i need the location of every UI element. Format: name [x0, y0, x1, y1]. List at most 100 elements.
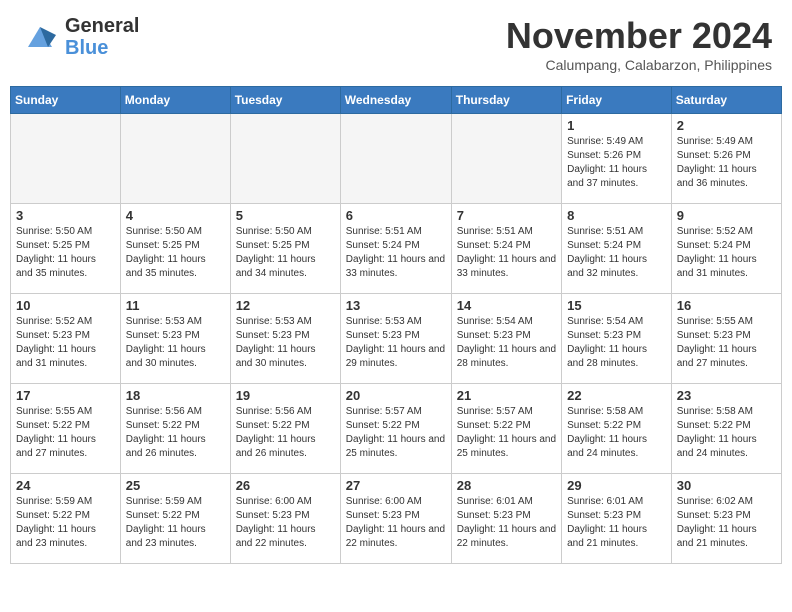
day-number: 4	[126, 208, 225, 223]
weekday-header-row: Sunday Monday Tuesday Wednesday Thursday…	[11, 87, 782, 114]
day-cell-27: 27 Sunrise: 6:00 AMSunset: 5:23 PMDayligh…	[340, 474, 451, 564]
day-cell-9: 9 Sunrise: 5:52 AMSunset: 5:24 PMDaylight…	[671, 204, 781, 294]
day-number: 11	[126, 298, 225, 313]
page-header: General Blue November 2024 Calumpang, Ca…	[10, 10, 782, 78]
day-info: Sunrise: 5:56 AMSunset: 5:22 PMDaylight:…	[126, 405, 225, 461]
week-row-4: 17 Sunrise: 5:55 AMSunset: 5:22 PMDayligh…	[11, 384, 782, 474]
day-info: Sunrise: 5:56 AMSunset: 5:22 PMDaylight:…	[236, 405, 335, 461]
day-number: 26	[236, 478, 335, 493]
day-number: 3	[16, 208, 115, 223]
header-friday: Friday	[562, 87, 672, 114]
day-info: Sunrise: 5:52 AMSunset: 5:24 PMDaylight:…	[677, 225, 776, 281]
header-sunday: Sunday	[11, 87, 121, 114]
day-number: 14	[457, 298, 556, 313]
day-cell-1: 1 Sunrise: 5:49 AMSunset: 5:26 PMDaylight…	[562, 114, 672, 204]
day-info: Sunrise: 5:49 AMSunset: 5:26 PMDaylight:…	[677, 135, 776, 191]
day-number: 12	[236, 298, 335, 313]
logo: General Blue	[20, 15, 139, 59]
day-info: Sunrise: 5:53 AMSunset: 5:23 PMDaylight:…	[346, 315, 446, 371]
day-cell-2: 2Sunrise: 5:49 AMSunset: 5:26 PMDaylight…	[671, 114, 781, 204]
day-cell-empty	[11, 114, 121, 204]
header-saturday: Saturday	[671, 87, 781, 114]
day-cell-18: 18 Sunrise: 5:56 AMSunset: 5:22 PMDayligh…	[120, 384, 230, 474]
day-info: Sunrise: 5:57 AMSunset: 5:22 PMDaylight:…	[346, 405, 446, 461]
day-cell-15: 15 Sunrise: 5:54 AMSunset: 5:23 PMDayligh…	[562, 294, 672, 384]
day-info: Sunrise: 5:53 AMSunset: 5:23 PMDaylight:…	[236, 315, 335, 371]
day-info: Sunrise: 6:02 AMSunset: 5:23 PMDaylight:…	[677, 495, 776, 551]
week-row-1: 1 Sunrise: 5:49 AMSunset: 5:26 PMDaylight…	[11, 114, 782, 204]
day-cell-14: 14 Sunrise: 5:54 AMSunset: 5:23 PMDayligh…	[451, 294, 561, 384]
day-cell-11: 11Sunrise: 5:53 AMSunset: 5:23 PMDayligh…	[120, 294, 230, 384]
day-number: 20	[346, 388, 446, 403]
day-cell-17: 17 Sunrise: 5:55 AMSunset: 5:22 PMDayligh…	[11, 384, 121, 474]
day-cell-20: 20 Sunrise: 5:57 AMSunset: 5:22 PMDayligh…	[340, 384, 451, 474]
day-info: Sunrise: 5:59 AMSunset: 5:22 PMDaylight:…	[16, 495, 115, 551]
day-info: Sunrise: 5:57 AMSunset: 5:22 PMDaylight:…	[457, 405, 556, 461]
day-cell-30: 30 Sunrise: 6:02 AMSunset: 5:23 PMDayligh…	[671, 474, 781, 564]
day-info: Sunrise: 5:54 AMSunset: 5:23 PMDaylight:…	[567, 315, 666, 371]
day-info: Sunrise: 5:50 AMSunset: 5:25 PMDaylight:…	[16, 225, 115, 281]
calendar-table: Sunday Monday Tuesday Wednesday Thursday…	[10, 86, 782, 564]
header-tuesday: Tuesday	[230, 87, 340, 114]
day-number: 28	[457, 478, 556, 493]
day-cell-empty	[120, 114, 230, 204]
day-info: Sunrise: 5:50 AMSunset: 5:25 PMDaylight:…	[236, 225, 335, 281]
day-info: Sunrise: 5:51 AMSunset: 5:24 PMDaylight:…	[457, 225, 556, 281]
day-cell-empty	[451, 114, 561, 204]
day-cell-empty	[230, 114, 340, 204]
logo-text-blue: Blue	[65, 37, 139, 59]
month-title: November 2024	[506, 15, 772, 57]
day-cell-24: 24 Sunrise: 5:59 AMSunset: 5:22 PMDayligh…	[11, 474, 121, 564]
day-number: 8	[567, 208, 666, 223]
logo-text-general: General	[65, 15, 139, 37]
day-info: Sunrise: 6:01 AMSunset: 5:23 PMDaylight:…	[567, 495, 666, 551]
day-number: 10	[16, 298, 115, 313]
day-info: Sunrise: 5:50 AMSunset: 5:25 PMDaylight:…	[126, 225, 225, 281]
header-wednesday: Wednesday	[340, 87, 451, 114]
day-cell-8: 8Sunrise: 5:51 AMSunset: 5:24 PMDaylight…	[562, 204, 672, 294]
day-cell-28: 28 Sunrise: 6:01 AMSunset: 5:23 PMDayligh…	[451, 474, 561, 564]
day-number: 19	[236, 388, 335, 403]
day-info: Sunrise: 6:00 AMSunset: 5:23 PMDaylight:…	[346, 495, 446, 551]
day-number: 17	[16, 388, 115, 403]
week-row-2: 3 Sunrise: 5:50 AMSunset: 5:25 PMDaylight…	[11, 204, 782, 294]
day-cell-21: 21 Sunrise: 5:57 AMSunset: 5:22 PMDayligh…	[451, 384, 561, 474]
day-cell-6: 6Sunrise: 5:51 AMSunset: 5:24 PMDaylight…	[340, 204, 451, 294]
day-cell-empty	[340, 114, 451, 204]
day-number: 24	[16, 478, 115, 493]
week-row-3: 10 Sunrise: 5:52 AMSunset: 5:23 PMDayligh…	[11, 294, 782, 384]
title-section: November 2024 Calumpang, Calabarzon, Phi…	[506, 15, 772, 73]
location: Calumpang, Calabarzon, Philippines	[506, 57, 772, 73]
header-monday: Monday	[120, 87, 230, 114]
logo-icon	[20, 17, 60, 57]
day-cell-7: 7 Sunrise: 5:51 AMSunset: 5:24 PMDaylight…	[451, 204, 561, 294]
day-info: Sunrise: 5:55 AMSunset: 5:22 PMDaylight:…	[16, 405, 115, 461]
day-number: 30	[677, 478, 776, 493]
day-number: 15	[567, 298, 666, 313]
day-cell-26: 26Sunrise: 6:00 AMSunset: 5:23 PMDayligh…	[230, 474, 340, 564]
day-cell-5: 5Sunrise: 5:50 AMSunset: 5:25 PMDaylight…	[230, 204, 340, 294]
day-cell-22: 22Sunrise: 5:58 AMSunset: 5:22 PMDayligh…	[562, 384, 672, 474]
day-number: 23	[677, 388, 776, 403]
day-info: Sunrise: 5:52 AMSunset: 5:23 PMDaylight:…	[16, 315, 115, 371]
day-info: Sunrise: 5:49 AMSunset: 5:26 PMDaylight:…	[567, 135, 666, 191]
day-number: 16	[677, 298, 776, 313]
day-number: 9	[677, 208, 776, 223]
day-info: Sunrise: 5:58 AMSunset: 5:22 PMDaylight:…	[677, 405, 776, 461]
day-number: 18	[126, 388, 225, 403]
header-thursday: Thursday	[451, 87, 561, 114]
day-number: 7	[457, 208, 556, 223]
week-row-5: 24 Sunrise: 5:59 AMSunset: 5:22 PMDayligh…	[11, 474, 782, 564]
day-number: 21	[457, 388, 556, 403]
day-info: Sunrise: 5:59 AMSunset: 5:22 PMDaylight:…	[126, 495, 225, 551]
day-cell-23: 23 Sunrise: 5:58 AMSunset: 5:22 PMDayligh…	[671, 384, 781, 474]
day-number: 27	[346, 478, 446, 493]
day-number: 13	[346, 298, 446, 313]
day-cell-3: 3 Sunrise: 5:50 AMSunset: 5:25 PMDaylight…	[11, 204, 121, 294]
day-info: Sunrise: 5:58 AMSunset: 5:22 PMDaylight:…	[567, 405, 666, 461]
day-number: 29	[567, 478, 666, 493]
day-info: Sunrise: 5:54 AMSunset: 5:23 PMDaylight:…	[457, 315, 556, 371]
day-number: 1	[567, 118, 666, 133]
day-cell-19: 19 Sunrise: 5:56 AMSunset: 5:22 PMDayligh…	[230, 384, 340, 474]
day-info: Sunrise: 6:01 AMSunset: 5:23 PMDaylight:…	[457, 495, 556, 551]
